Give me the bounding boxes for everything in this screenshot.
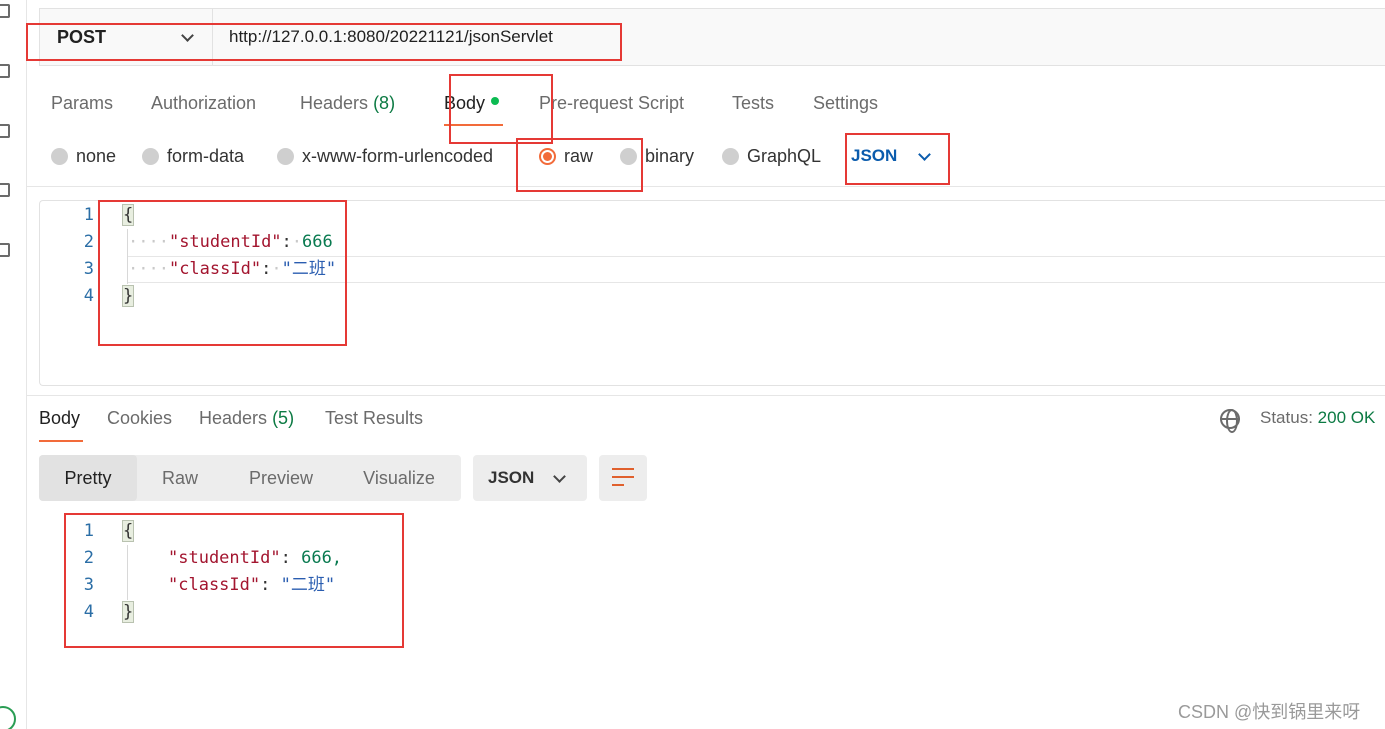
response-tab-body-label: Body	[39, 408, 81, 428]
status-value: 200 OK	[1317, 408, 1376, 427]
response-tab-test-results-label: Test Results	[325, 408, 424, 428]
view-mode-pretty[interactable]: Pretty	[39, 455, 137, 501]
request-tabs: Params Authorization Headers (8) Body Pr…	[0, 90, 1385, 130]
line-number: 2	[83, 232, 94, 252]
line-number: 1	[83, 205, 94, 225]
response-headers-count-badge: (5)	[272, 408, 295, 428]
tab-tests[interactable]: Tests	[732, 90, 774, 128]
response-format-label: JSON	[488, 468, 535, 487]
response-format-select[interactable]: JSON	[473, 455, 587, 501]
radio-graphql-circle	[722, 148, 739, 165]
tab-tests-label: Tests	[732, 93, 775, 113]
response-tab-test-results[interactable]: Test Results	[325, 408, 423, 429]
radio-form-data-label: form-data	[167, 146, 245, 166]
tab-settings-label: Settings	[813, 93, 879, 113]
body-type-options: none form-data x-www-form-urlencoded raw…	[0, 142, 1385, 172]
tab-params-label: Params	[51, 93, 114, 113]
response-tab-cookies-label: Cookies	[107, 408, 173, 428]
section-divider	[27, 186, 1385, 187]
radio-form-data-circle	[142, 148, 159, 165]
radio-binary-label: binary	[645, 146, 695, 166]
view-mode-raw[interactable]: Raw	[143, 455, 217, 501]
wrap-lines-button[interactable]	[599, 455, 647, 501]
annotation-box-body-tab	[449, 74, 553, 144]
radio-none-label: none	[76, 146, 117, 166]
radio-urlencoded[interactable]: x-www-form-urlencoded	[277, 146, 493, 167]
watermark: CSDN @快到锅里来呀	[1178, 702, 1361, 722]
view-mode-visualize[interactable]: Visualize	[347, 455, 451, 501]
tab-authorization[interactable]: Authorization	[151, 90, 256, 128]
apis-icon[interactable]	[0, 64, 10, 78]
radio-none[interactable]: none	[51, 146, 116, 167]
collections-icon[interactable]	[0, 4, 10, 18]
tab-headers-label: Headers	[300, 93, 369, 113]
radio-graphql-label: GraphQL	[747, 146, 822, 166]
tab-pre-request-label: Pre-request Script	[539, 93, 685, 113]
section-divider	[27, 395, 1385, 396]
response-tab-headers[interactable]: Headers (5)	[199, 408, 294, 429]
radio-urlencoded-circle	[277, 148, 294, 165]
wrap-lines-icon	[612, 468, 634, 470]
view-mode-preview[interactable]: Preview	[231, 455, 331, 501]
annotation-box-response-body	[64, 513, 404, 648]
annotation-box-request-body	[98, 200, 347, 346]
history-icon[interactable]	[0, 243, 10, 257]
response-status: Status: 200 OK	[1260, 408, 1375, 428]
wrap-lines-icon-line	[612, 476, 634, 478]
status-label: Status:	[1260, 408, 1313, 427]
radio-none-circle	[51, 148, 68, 165]
globe-icon[interactable]	[1220, 409, 1240, 433]
view-mode-group: Pretty Raw Preview Visualize	[39, 455, 461, 501]
status-circle-icon[interactable]	[0, 706, 16, 729]
radio-graphql[interactable]: GraphQL	[722, 146, 821, 167]
line-number: 4	[83, 286, 94, 306]
tab-settings[interactable]: Settings	[813, 90, 878, 128]
radio-urlencoded-label: x-www-form-urlencoded	[302, 146, 494, 166]
tab-pre-request-script[interactable]: Pre-request Script	[539, 90, 684, 128]
mock-servers-icon[interactable]	[0, 183, 10, 197]
wrap-lines-icon-line	[612, 484, 624, 486]
tab-authorization-label: Authorization	[151, 93, 257, 113]
annotation-box-raw	[516, 138, 643, 192]
line-number: 3	[83, 259, 94, 279]
response-tab-body[interactable]: Body	[39, 408, 80, 429]
response-tab-cookies[interactable]: Cookies	[107, 408, 172, 429]
active-response-tab-underline	[39, 440, 83, 442]
annotation-box-json-format	[845, 133, 950, 185]
radio-form-data[interactable]: form-data	[142, 146, 244, 167]
tab-params[interactable]: Params	[51, 90, 113, 128]
response-tab-headers-label: Headers	[199, 408, 268, 428]
annotation-box-request-line	[26, 23, 622, 61]
headers-count-badge: (8)	[373, 93, 396, 113]
tab-headers[interactable]: Headers (8)	[300, 90, 395, 128]
